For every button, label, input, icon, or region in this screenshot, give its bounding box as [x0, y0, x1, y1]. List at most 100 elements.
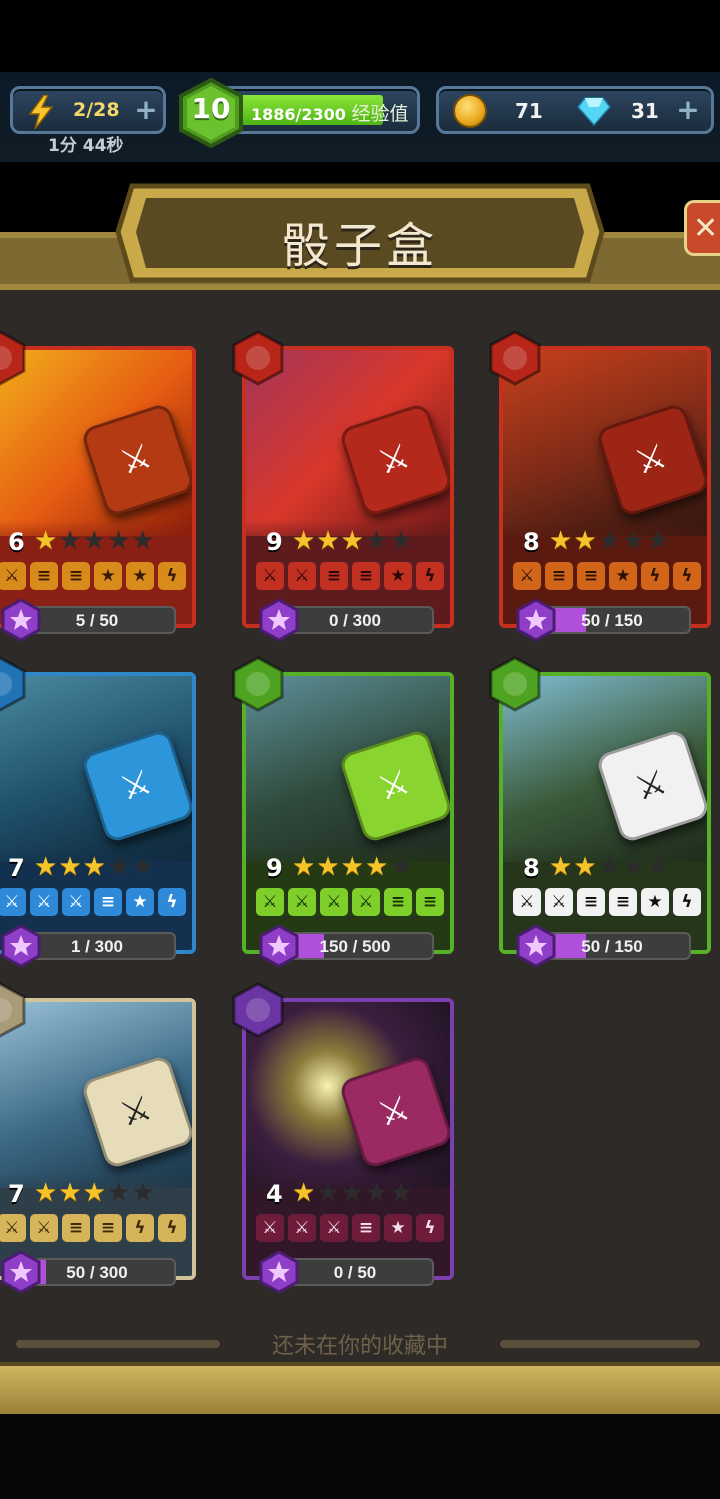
upgrade-progress-text: 1 / 300 [71, 937, 123, 956]
dice-shard-icon [1, 599, 41, 641]
upgrade-progress-text: 50 / 150 [581, 611, 643, 630]
star-filled-icon: ★ [58, 1178, 83, 1208]
star-filled-icon: ★ [34, 852, 59, 882]
dice-star-rating: ★★★★★ [292, 852, 414, 882]
star-filled-icon: ★ [364, 852, 390, 882]
star-filled-icon: ★ [549, 852, 574, 882]
neutral-element-icon [0, 982, 26, 1038]
dice-card[interactable]: ⚔ 9 ★★★★★ ⚔ ⚔ ≡ ≡ ★ ϟ [242, 346, 454, 628]
star-empty-icon: ★ [389, 1178, 414, 1208]
dice-level: 9 [266, 528, 283, 556]
dice-shard-icon [1, 1251, 41, 1293]
dice-card[interactable]: ⚔ 8 ★★★★★ ⚔ ≡ ≡ ★ ϟ ϟ [499, 346, 711, 628]
star-empty-icon: ★ [106, 526, 132, 556]
dice-faces-row: ⚔ ⚔ ⚔ ≡ ★ ϟ [256, 1214, 444, 1242]
shield-icon: ≡ [416, 888, 444, 916]
shield-icon: ≡ [545, 562, 573, 590]
upgrade-progress-text: 50 / 150 [581, 937, 643, 956]
dice-shard-icon [259, 599, 299, 641]
close-button[interactable]: ✕ [684, 200, 720, 256]
add-currency-icon[interactable]: + [675, 96, 701, 124]
star-empty-icon: ★ [621, 852, 647, 882]
sword-icon: ⚔ [62, 888, 90, 916]
star-empty-icon: ★ [58, 526, 83, 556]
dice-face-symbol: ⚔ [373, 761, 415, 810]
dice-star-rating: ★★★★★ [292, 526, 414, 556]
star-empty-icon: ★ [131, 526, 156, 556]
currency-pill: 71 31 + [436, 86, 714, 134]
energy-timer: 1分 44秒 [48, 136, 124, 156]
star-filled-icon: ★ [549, 526, 574, 556]
bottom-area [0, 1414, 720, 1499]
dice-shard-icon [516, 925, 556, 967]
upgrade-progress-text: 0 / 50 [333, 1263, 377, 1282]
dice-face-symbol: ⚔ [630, 435, 672, 484]
star-filled-icon: ★ [34, 1178, 59, 1208]
dice-face-symbol: ⚔ [115, 761, 157, 810]
star-empty-icon: ★ [389, 852, 414, 882]
dice-level: 7 [8, 854, 25, 882]
xp-value: 1886/2300 [251, 105, 346, 124]
star-filled-icon: ★ [573, 852, 598, 882]
energy-pill[interactable]: 2/28 + [10, 86, 166, 134]
upgrade-progress-text: 0 / 300 [329, 611, 381, 630]
not-collected-label: 还未在你的收藏中 [271, 1334, 448, 1359]
sword-icon: ⚔ [320, 1214, 348, 1242]
dice-card[interactable]: ⚔ 4 ★★★★★ ⚔ ⚔ ⚔ ≡ ★ ϟ [242, 998, 454, 1280]
add-energy-icon[interactable]: + [133, 96, 159, 124]
sword-icon: ⚔ [0, 888, 26, 916]
star-filled-icon: ★ [340, 852, 365, 882]
dice-level: 8 [523, 854, 540, 882]
shield-icon: ≡ [30, 562, 58, 590]
dice-card[interactable]: ⚔ 6 ★★★★★ ⚔ ≡ ≡ ★ ★ ϟ [0, 346, 196, 628]
close-icon: ✕ [693, 211, 719, 246]
shield-icon: ≡ [62, 1214, 90, 1242]
star-empty-icon: ★ [340, 1178, 365, 1208]
gem-value: 31 [631, 99, 659, 123]
star-filled-icon: ★ [316, 852, 341, 882]
sword-icon: ⚔ [256, 562, 284, 590]
panel-bottom-frame [0, 1362, 720, 1414]
dice-face-symbol: ⚔ [373, 1087, 415, 1136]
shield-icon: ≡ [609, 888, 637, 916]
star-empty-icon: ★ [597, 852, 622, 882]
dice-card[interactable]: ⚔ 7 ★★★★★ ⚔ ⚔ ≡ ≡ ϟ ϟ [0, 998, 196, 1280]
sword-icon: ⚔ [513, 888, 541, 916]
star-filled-icon: ★ [292, 526, 317, 556]
dice-face-symbol: ⚔ [373, 435, 415, 484]
sword-icon: ⚔ [545, 888, 573, 916]
dice-shard-icon [259, 1251, 299, 1293]
fire-element-icon [232, 330, 284, 386]
star-empty-icon: ★ [106, 852, 132, 882]
dice-shard-icon [1, 925, 41, 967]
star-empty-icon: ★ [82, 526, 107, 556]
dice-star-rating: ★★★★★ [292, 1178, 414, 1208]
dice-card[interactable]: ⚔ 8 ★★★★★ ⚔ ⚔ ≡ ≡ ★ ϟ [499, 672, 711, 954]
star-empty-icon: ★ [131, 1178, 156, 1208]
dice-card[interactable]: ⚔ 7 ★★★★★ ⚔ ⚔ ⚔ ≡ ★ ϟ [0, 672, 196, 954]
star-empty-icon: ★ [646, 526, 671, 556]
dice-star-rating: ★★★★★ [34, 526, 156, 556]
dice-face-symbol: ⚔ [115, 435, 157, 484]
star-filled-icon: ★ [292, 852, 317, 882]
lightning-icon: ϟ [126, 1214, 154, 1242]
upgrade-progress-text: 150 / 500 [319, 937, 391, 956]
player-level: 10 [191, 92, 231, 125]
star-filled-icon: ★ [82, 1178, 107, 1208]
dice-level: 8 [523, 528, 540, 556]
star-empty-icon: ★ [316, 1178, 341, 1208]
lightning-icon: ϟ [641, 562, 669, 590]
star-filled-icon: ★ [58, 852, 83, 882]
nature-element-icon [232, 656, 284, 712]
star-empty-icon: ★ [621, 526, 647, 556]
sword-icon: ⚔ [0, 562, 26, 590]
dice-card[interactable]: ⚔ 9 ★★★★★ ⚔ ⚔ ⚔ ⚔ ≡ ≡ [242, 672, 454, 954]
star-filled-icon: ★ [82, 852, 107, 882]
shield-icon: ≡ [94, 1214, 122, 1242]
star-filled-icon: ★ [292, 1178, 317, 1208]
sword-icon: ⚔ [288, 562, 316, 590]
star-icon: ★ [126, 562, 154, 590]
dice-star-rating: ★★★★★ [549, 852, 671, 882]
sword-icon: ⚔ [352, 888, 380, 916]
sword-icon: ⚔ [256, 888, 284, 916]
